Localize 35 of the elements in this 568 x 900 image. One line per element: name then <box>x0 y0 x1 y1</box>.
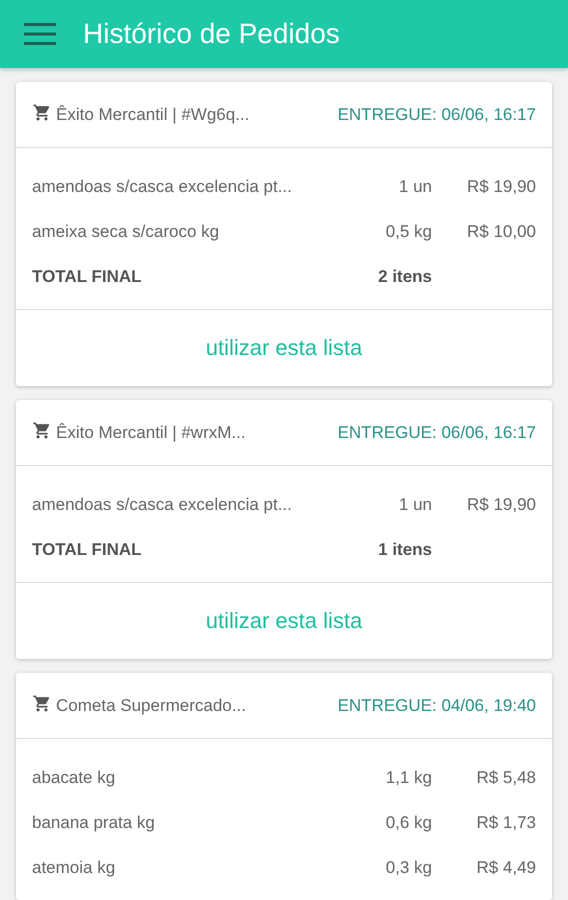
item-price: R$ 5,48 <box>475 768 536 788</box>
item-quantity: 0,5 kg <box>384 222 432 242</box>
item-price: R$ 10,00 <box>466 222 536 242</box>
item-count: 2 itens <box>377 266 432 286</box>
item-name: atemoia kg <box>32 858 116 878</box>
cart-icon <box>32 421 52 440</box>
item-price: R$ 1,73 <box>475 812 536 832</box>
menu-icon[interactable] <box>24 22 56 46</box>
item-quantity: 1 un <box>398 176 432 196</box>
delivery-status: ENTREGUE: 06/06, 16:17 <box>338 104 536 124</box>
item-name: banana prata kg <box>32 812 156 832</box>
item-price: R$ 19,90 <box>466 494 536 514</box>
item-quantity: 1,1 kg <box>384 768 432 788</box>
store-name: Cometa Supermercado... <box>56 696 246 716</box>
use-list-button[interactable]: utilizar esta lista <box>196 602 372 640</box>
item-name: amendoas s/casca excelencia pt... <box>32 494 293 514</box>
item-name: abacate kg <box>32 768 116 788</box>
item-price: R$ 19,90 <box>466 176 536 196</box>
item-count: 1 itens <box>377 540 432 560</box>
cart-icon <box>32 103 52 122</box>
total-label: TOTAL FINAL <box>32 540 143 560</box>
item-name: ameixa seca s/caroco kg <box>32 222 220 242</box>
item-quantity: 1 un <box>398 494 432 514</box>
total-label: TOTAL FINAL <box>32 266 143 286</box>
item-name: amendoas s/casca excelencia pt... <box>32 176 293 196</box>
use-list-button[interactable]: utilizar esta lista <box>196 329 372 367</box>
screen-title: Histórico de Pedidos <box>83 18 340 50</box>
store-name: Êxito Mercantil | #Wg6q... <box>56 104 250 124</box>
cart-icon <box>32 694 52 713</box>
item-quantity: 0,3 kg <box>384 858 432 878</box>
delivery-status: ENTREGUE: 06/06, 16:17 <box>338 422 536 442</box>
item-price: R$ 4,49 <box>475 858 536 878</box>
store-name: Êxito Mercantil | #wrxM... <box>56 422 246 442</box>
delivery-status: ENTREGUE: 04/06, 19:40 <box>338 696 536 716</box>
item-quantity: 0,6 kg <box>384 812 432 832</box>
